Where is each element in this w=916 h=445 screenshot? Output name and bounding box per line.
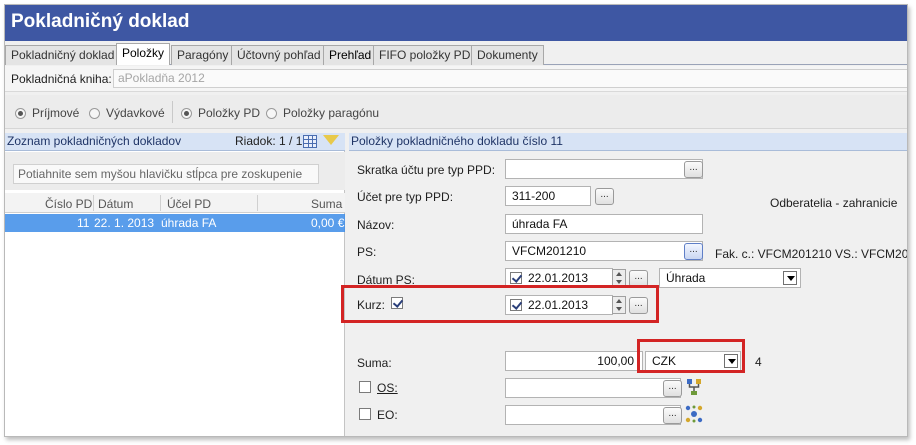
- odberatelia-note: Odberatelia - zahranicie: [770, 196, 898, 210]
- suma-label: Suma:: [357, 356, 392, 370]
- radio-dot-icon: [15, 107, 26, 119]
- radio-dot-icon: [181, 107, 192, 119]
- filter-icon[interactable]: [323, 135, 339, 145]
- tab-strip: Pokladničný doklad Položky Paragóny Účto…: [5, 43, 907, 65]
- os-browse-button[interactable]: ...: [663, 380, 682, 397]
- ps-field[interactable]: VFCM201210: [505, 241, 703, 261]
- radio-dot-icon: [89, 107, 100, 119]
- grid-layout-icon[interactable]: [303, 135, 317, 148]
- radio-divider: [172, 101, 173, 123]
- ucet-label: Účet pre typ PPD:: [357, 190, 454, 204]
- currency-note: 4: [755, 355, 762, 369]
- tab-fifo-polozky[interactable]: FIFO položky PD: [373, 45, 477, 65]
- os-field[interactable]: [505, 378, 681, 398]
- nazov-field[interactable]: úhrada FA: [505, 214, 703, 234]
- table-row[interactable]: 11 22. 1. 2013 úhrada FA 0,00 €: [5, 214, 345, 232]
- ps-label: PS:: [357, 245, 377, 259]
- cell-cislo-pd: 11: [77, 216, 90, 230]
- pokladnicna-kniha-row: Pokladničná kniha: aPokladňa 2012: [5, 66, 907, 92]
- uhrada-select[interactable]: Úhrada: [659, 268, 801, 288]
- structure-tree-icon[interactable]: [685, 378, 703, 396]
- tab-prehlad[interactable]: Prehľad: [323, 45, 378, 65]
- datum-ps-value: 22.01.2013: [528, 271, 589, 285]
- type-radio-row: Príjmové Výdavkové Položky PD Položky pa…: [5, 95, 907, 129]
- radio-polozky-pd-label: Položky PD: [198, 106, 261, 120]
- column-separator: [93, 195, 94, 211]
- column-header-ucel-pd[interactable]: Účel PD: [167, 197, 211, 211]
- cell-datum: 22. 1. 2013: [94, 216, 155, 230]
- eo-field[interactable]: [505, 405, 681, 425]
- tab-dokumenty[interactable]: Dokumenty: [471, 45, 544, 65]
- radio-prijmove-label: Príjmové: [32, 106, 80, 120]
- group-by-area[interactable]: Potiahnite sem myšou hlavičku stĺpca pre…: [5, 152, 345, 190]
- network-nodes-icon[interactable]: [685, 405, 703, 423]
- radio-polozky-paragonu-label: Položky paragónu: [283, 106, 380, 120]
- eo-checkbox[interactable]: [359, 408, 371, 420]
- pokladnicna-kniha-label: Pokladničná kniha:: [11, 72, 112, 86]
- tab-polozky[interactable]: Položky: [116, 43, 171, 65]
- radio-dot-icon: [266, 107, 277, 119]
- window-title: Pokladničný doklad: [11, 11, 190, 32]
- pokladnicna-kniha-field[interactable]: aPokladňa 2012: [113, 69, 907, 88]
- window: Pokladničný doklad Pokladničný doklad Po…: [4, 4, 908, 437]
- row-counter: Riadok: 1 / 1: [235, 134, 303, 148]
- radio-prijmove[interactable]: Príjmové: [15, 106, 79, 120]
- tab-paragony[interactable]: Paragóny: [171, 45, 235, 65]
- eo-label: EO:: [377, 408, 398, 422]
- doklad-list-panel: Zoznam pokladničných dokladov Riadok: 1 …: [5, 133, 345, 436]
- doklad-list-header: Zoznam pokladničných dokladov Riadok: 1 …: [5, 133, 345, 151]
- column-header-cislo-pd[interactable]: Číslo PD: [45, 197, 92, 211]
- tab-uctovny-pohlad[interactable]: Účtovný pohľad: [231, 45, 327, 65]
- group-by-hint: Potiahnite sem myšou hlavičku stĺpca pre…: [13, 164, 319, 184]
- polozky-detail-header: Položky pokladničného dokladu číslo 11: [349, 133, 907, 151]
- ucet-field[interactable]: 311-200: [505, 186, 591, 206]
- cell-ucel-pd: úhrada FA: [161, 216, 217, 230]
- radio-vydavkove[interactable]: Výdavkové: [89, 106, 165, 120]
- radio-polozky-paragonu[interactable]: Položky paragónu: [266, 106, 379, 120]
- title-bar: Pokladničný doklad: [5, 5, 907, 41]
- column-header-suma[interactable]: Suma: [311, 197, 342, 211]
- column-separator: [160, 195, 161, 211]
- os-label: OS:: [377, 381, 398, 395]
- skratka-field[interactable]: [505, 159, 703, 179]
- currency-highlight-box: [637, 339, 745, 373]
- kurz-highlight-box: [341, 285, 659, 323]
- radio-vydavkove-label: Výdavkové: [106, 106, 165, 120]
- nazov-label: Názov:: [357, 218, 395, 232]
- datum-ps-checkbox[interactable]: [510, 272, 522, 284]
- grid-column-headers: Číslo PD Dátum Účel PD Suma: [5, 193, 345, 213]
- ps-browse-button[interactable]: ...: [684, 243, 703, 260]
- uhrada-select-value: Úhrada: [666, 271, 706, 285]
- column-separator: [257, 195, 258, 211]
- suma-field[interactable]: 100,00: [505, 351, 643, 371]
- doklad-list-title: Zoznam pokladničných dokladov: [7, 134, 182, 148]
- cell-suma: 0,00 €: [311, 216, 345, 230]
- ucet-browse-button[interactable]: ...: [595, 188, 614, 205]
- polozky-detail-title: Položky pokladničného dokladu číslo 11: [351, 134, 563, 148]
- skratka-label: Skratka účtu pre typ PPD:: [357, 163, 496, 177]
- os-checkbox[interactable]: [359, 381, 371, 393]
- ps-invoice-note: Fak. c.: VFCM201210 VS.: VFCM201210: [715, 247, 908, 261]
- column-header-datum[interactable]: Dátum: [98, 197, 133, 211]
- radio-polozky-pd[interactable]: Položky PD: [181, 106, 260, 120]
- eo-browse-button[interactable]: ...: [663, 407, 682, 424]
- tab-pokladnicny-doklad[interactable]: Pokladničný doklad: [5, 45, 121, 65]
- chevron-down-icon[interactable]: [783, 271, 797, 285]
- skratka-browse-button[interactable]: ...: [684, 161, 703, 178]
